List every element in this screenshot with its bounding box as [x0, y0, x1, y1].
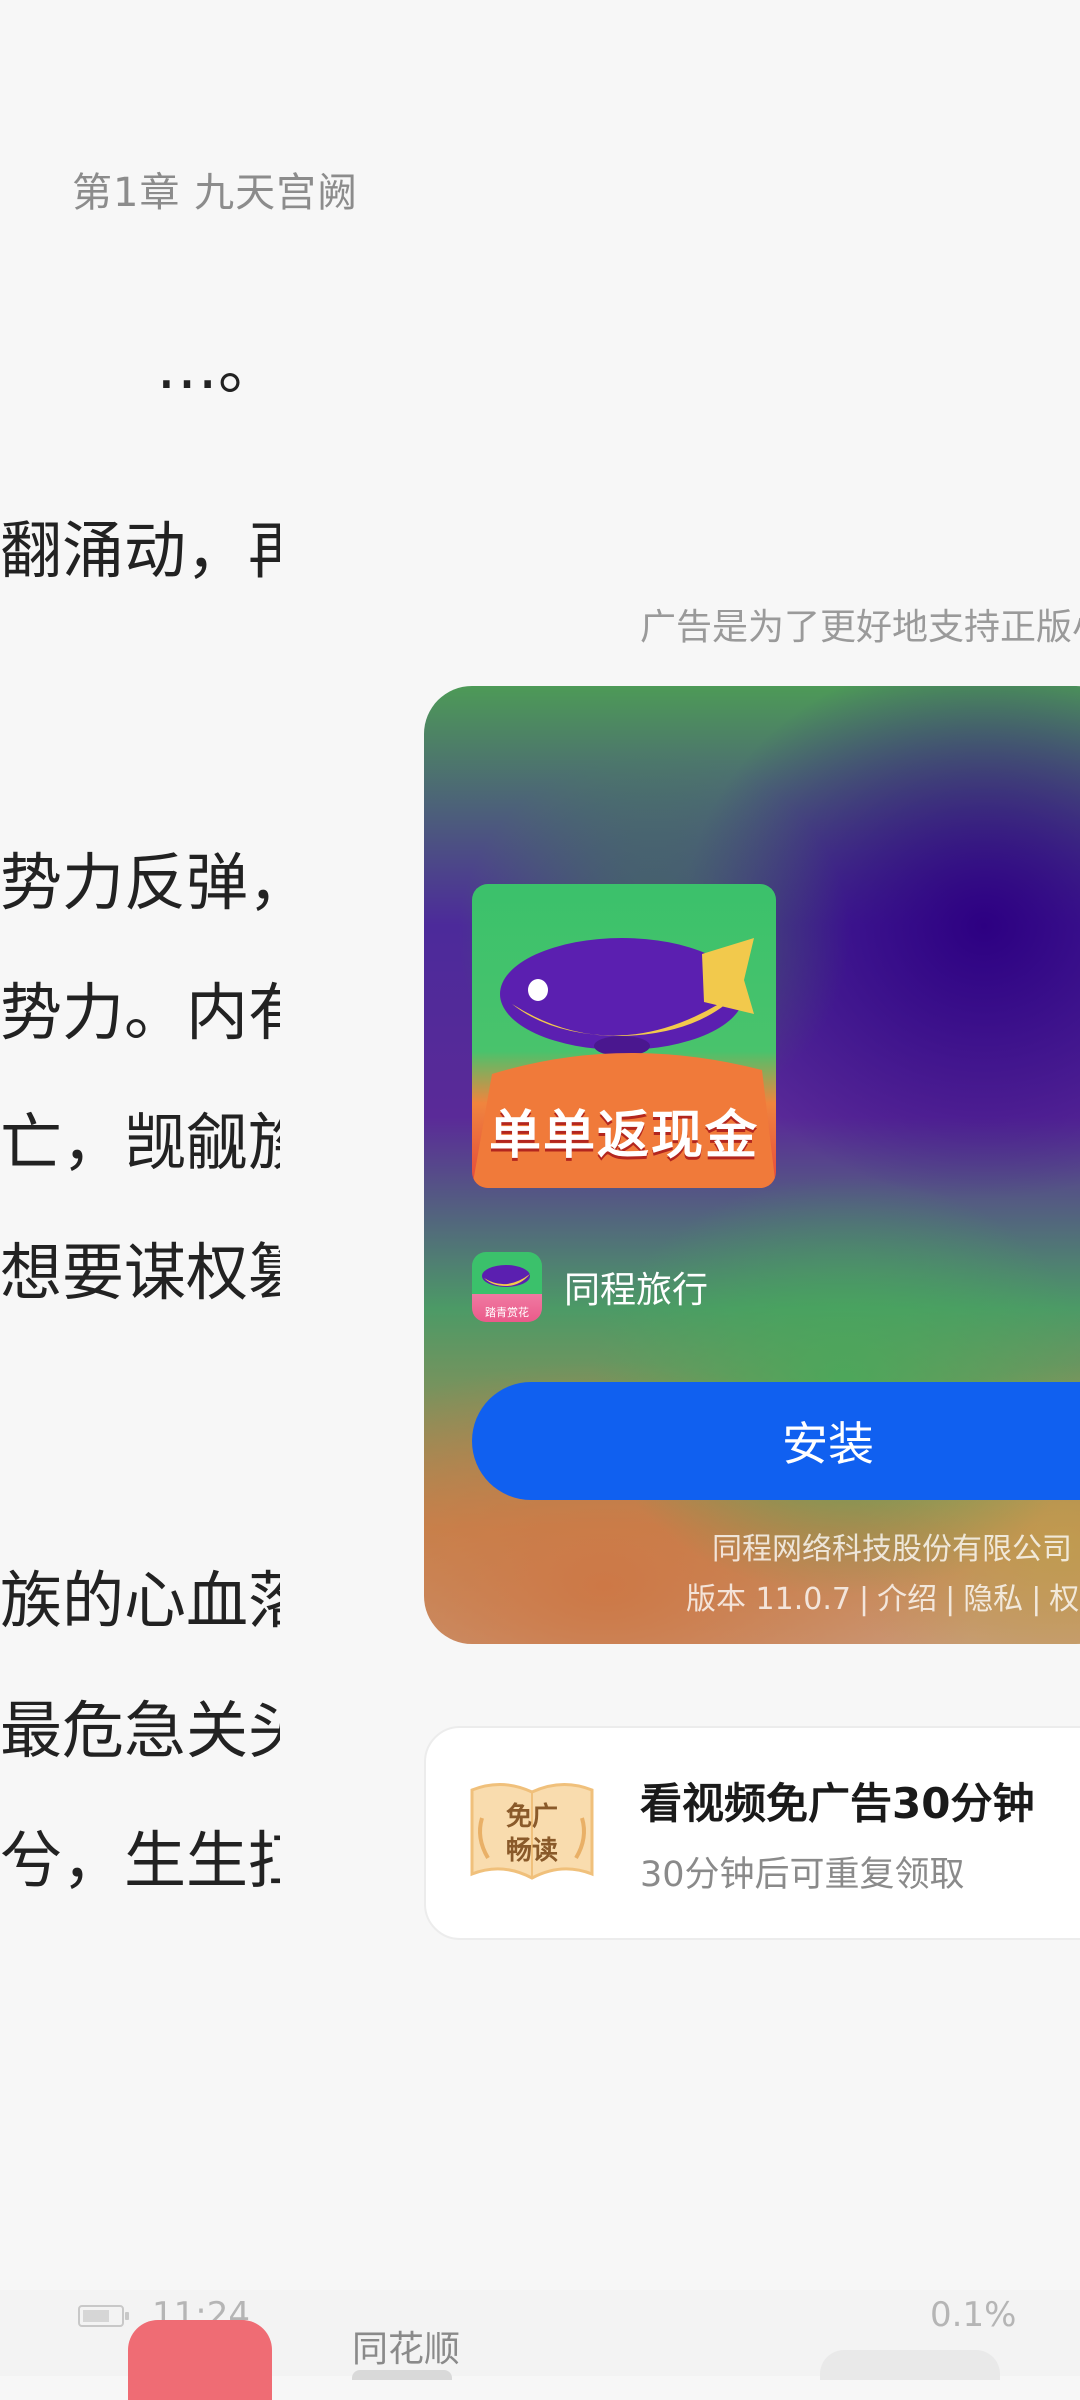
app-row: 踏青赏花 同程旅行 [472, 1252, 708, 1322]
text-line: 最危急关头 [0, 1694, 280, 1767]
app-promo-image[interactable]: 单单返现金 [472, 884, 776, 1188]
reward-title: 看视频免广告30分钟 [640, 1779, 1035, 1828]
badge-line-1: 免广 [505, 1802, 558, 1832]
bottom-app-icon[interactable] [128, 2320, 272, 2400]
badge-line-2: 畅读 [505, 1836, 558, 1866]
reward-subtitle: 30分钟后可重复领取 [640, 1855, 965, 1895]
text-line: …。 [155, 330, 280, 403]
app-icon: 踏青赏花 [472, 1252, 542, 1322]
intro-link[interactable]: 介绍 [877, 1582, 937, 1617]
text-line: 兮，生生扛 [0, 1824, 280, 1897]
ad-notice: 广告是为了更好地支持正版小 [640, 607, 1080, 648]
chapter-title: 第1章 九天宫阙 [72, 170, 359, 216]
permission-link[interactable]: 权限 [1049, 1582, 1080, 1617]
privacy-link[interactable]: 隐私 [963, 1582, 1023, 1617]
text-line: 势力。内有 [0, 976, 280, 1049]
text-line: 想要谋权篡 [0, 1236, 280, 1309]
text-line: 族的心血落 [0, 1564, 280, 1637]
app-name: 同程旅行 [564, 1270, 709, 1311]
version-row: 版本 11.0.7|介绍|隐私|权限 [686, 1574, 1080, 1618]
reward-card[interactable]: 免广 畅读 看视频免广告30分钟 30分钟后可重复领取 [424, 1726, 1080, 1940]
bottom-placeholder [352, 2370, 452, 2380]
ad-free-book-icon: 免广 畅读 [466, 1778, 598, 1888]
text-line: 翻涌动，再 [0, 514, 280, 587]
app-icon-badge: 踏青赏花 [485, 1306, 529, 1319]
reading-progress: 0.1% [930, 2295, 1017, 2335]
version-text: 版本 11.0.7 [686, 1582, 851, 1617]
text-line: 势力反弹， [0, 846, 280, 919]
text-line: 亡，觊觎族 [0, 1106, 280, 1179]
install-button[interactable]: 安装 [472, 1382, 1080, 1500]
company-name: 同程网络科技股份有限公司 [712, 1532, 1072, 1567]
promo-text: 单单返现金 [488, 1106, 759, 1166]
install-label: 安装 [782, 1417, 874, 1471]
battery-icon [78, 2305, 129, 2327]
bottom-app-name: 同花顺 [352, 2329, 461, 2370]
ad-card[interactable]: 单单返现金 踏青赏花 同程旅行 安装 同程网络科技股份有限公司 版本 11.0.… [424, 686, 1080, 1644]
